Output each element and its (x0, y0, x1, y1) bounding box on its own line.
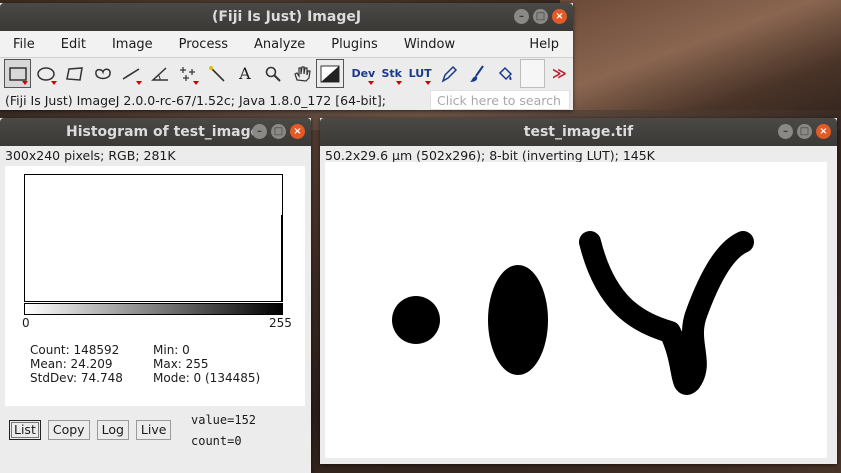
histogram-buttons: List Copy Log Live (9, 420, 172, 440)
log-button[interactable]: Log (96, 420, 129, 440)
imagej-main-window: (Fiji Is Just) ImageJ – □ × File Edit Im… (0, 3, 573, 110)
search-input[interactable]: Click here to search (430, 90, 570, 110)
menu-plugins[interactable]: Plugins (318, 37, 391, 52)
stat-count: Count: 148592 (30, 343, 120, 357)
hand-tool[interactable] (288, 59, 315, 88)
status-text: (Fiji Is Just) ImageJ 2.0.0-rc-67/1.52c;… (5, 92, 386, 108)
menu-help[interactable]: Help (516, 37, 573, 52)
paint-bucket-icon (499, 66, 513, 80)
blob-ellipse (488, 265, 548, 375)
text-tool-icon: A (239, 64, 251, 83)
close-button[interactable]: × (290, 124, 305, 139)
lut-menu-tool[interactable]: LUT (406, 59, 433, 88)
stat-stddev: StdDev: 74.748 (30, 371, 123, 385)
maximize-button[interactable]: □ (533, 9, 548, 24)
freehand-icon (95, 68, 111, 79)
color-picker-icon (320, 65, 340, 82)
text-tool[interactable]: A (231, 59, 258, 88)
zoom-tool[interactable] (260, 59, 287, 88)
wand-tool[interactable] (203, 59, 230, 88)
empty-tool-slot[interactable] (520, 59, 545, 88)
polygon-icon (65, 66, 83, 81)
angle-tool[interactable] (146, 59, 173, 88)
live-button[interactable]: Live (135, 420, 172, 440)
menu-window[interactable]: Window (391, 37, 468, 52)
image-titlebar[interactable]: test_image.tif – □ × (320, 118, 837, 146)
histogram-bar-255 (281, 215, 282, 301)
axis-min-label: 0 (22, 316, 30, 330)
stat-mean: Mean: 24.209 (30, 357, 113, 371)
line-tool[interactable] (118, 59, 145, 88)
dev-label: Dev (351, 67, 376, 80)
imagej-title: (Fiji Is Just) ImageJ (211, 9, 362, 25)
stat-mode: Mode: 0 (134485) (153, 371, 261, 385)
polygon-tool[interactable] (61, 59, 88, 88)
hand-icon (294, 65, 311, 82)
paintbrush-icon (469, 64, 484, 82)
image-canvas[interactable] (325, 162, 827, 458)
magic-wand-icon (208, 65, 225, 82)
line-icon (122, 67, 140, 80)
blob-curve (579, 231, 754, 395)
imagej-titlebar[interactable]: (Fiji Is Just) ImageJ – □ × (0, 3, 573, 31)
stk-label: Stk (381, 67, 403, 80)
axis-max-label: 255 (269, 316, 292, 330)
more-tools-icon: ≫ (552, 65, 567, 82)
angle-icon (150, 66, 168, 81)
image-content (392, 231, 754, 395)
menu-file[interactable]: File (0, 37, 48, 52)
blob-circle (392, 296, 440, 344)
stat-min: Min: 0 (153, 343, 190, 357)
stats-left: Count: 148592 Mean: 24.209 StdDev: 74.74… (30, 343, 123, 385)
histogram-window: Histogram of test_image – □ × 300x240 pi… (0, 118, 311, 473)
histogram-titlebar[interactable]: Histogram of test_image – □ × (0, 118, 311, 146)
list-button[interactable]: List (9, 420, 41, 440)
toolbar: A Dev Stk LUT ≫ (0, 58, 573, 89)
pencil-tool[interactable] (435, 59, 462, 88)
histogram-info: 300x240 pixels; RGB; 281K (5, 148, 176, 163)
minimize-button[interactable]: – (778, 124, 793, 139)
brush-tool[interactable] (463, 59, 490, 88)
copy-button[interactable]: Copy (47, 420, 90, 440)
histogram-plot (24, 174, 283, 302)
histogram-panel: 0 255 Count: 148592 Mean: 24.209 StdDev:… (5, 166, 305, 406)
histogram-title: Histogram of test_image (66, 124, 261, 140)
magnifier-icon (266, 66, 282, 82)
color-picker-tool[interactable] (316, 59, 344, 88)
menu-analyze[interactable]: Analyze (241, 37, 318, 52)
rectangle-icon (8, 66, 27, 81)
lut-label: LUT (408, 67, 432, 80)
pencil-icon (441, 65, 457, 83)
status-bar: (Fiji Is Just) ImageJ 2.0.0-rc-67/1.52c;… (0, 89, 573, 111)
image-title: test_image.tif (523, 124, 634, 140)
rectangle-tool[interactable] (4, 59, 32, 88)
minimize-button[interactable]: – (252, 124, 267, 139)
cursor-value: value=152 (191, 413, 257, 427)
close-button[interactable]: × (552, 9, 567, 24)
menu-process[interactable]: Process (166, 37, 241, 52)
multipoint-icon (180, 66, 196, 81)
grayscale-ramp (24, 303, 283, 315)
stats-right: Min: 0 Max: 255 Mode: 0 (134485) (153, 343, 260, 385)
stat-max: Max: 255 (153, 357, 209, 371)
minimize-button[interactable]: – (514, 9, 529, 24)
oval-icon (37, 66, 55, 81)
dev-menu-tool[interactable]: Dev (350, 59, 377, 88)
maximize-button[interactable]: □ (271, 124, 286, 139)
flood-fill-tool[interactable] (492, 59, 519, 88)
close-button[interactable]: × (816, 124, 831, 139)
image-window: test_image.tif – □ × 50.2x29.6 µm (502x2… (320, 118, 837, 464)
multipoint-tool[interactable] (174, 59, 201, 88)
menu-image[interactable]: Image (99, 37, 166, 52)
stk-menu-tool[interactable]: Stk (378, 59, 405, 88)
freehand-tool[interactable] (89, 59, 116, 88)
menu-edit[interactable]: Edit (48, 37, 99, 52)
menu-bar: File Edit Image Process Analyze Plugins … (0, 31, 573, 58)
cursor-count: count=0 (191, 434, 242, 448)
more-tools-button[interactable]: ≫ (546, 59, 573, 88)
maximize-button[interactable]: □ (797, 124, 812, 139)
oval-tool[interactable] (32, 59, 59, 88)
